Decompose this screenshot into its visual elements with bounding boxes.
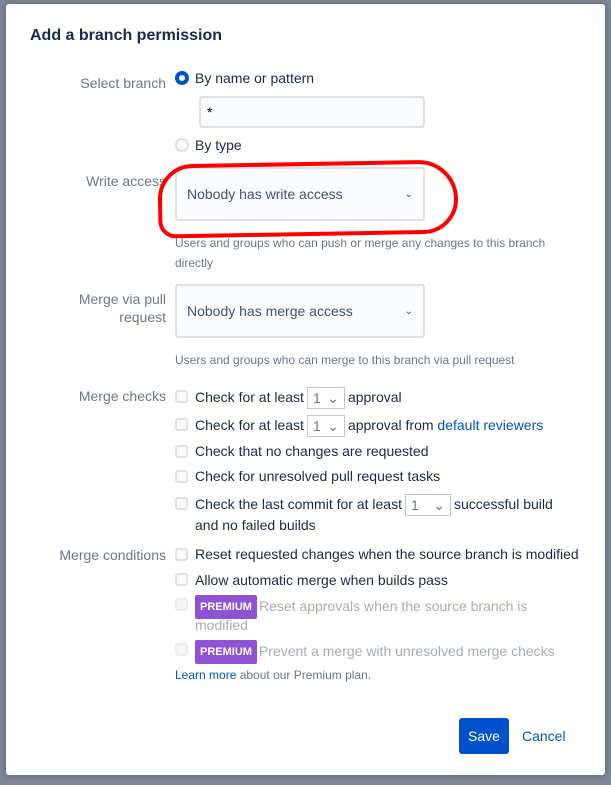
chevron-down-icon: ⌄ (404, 305, 413, 317)
branch-pattern-input[interactable] (199, 96, 425, 128)
learn-more-text: Learn more about our Premium plan. (175, 668, 372, 682)
select-branch-label: Select branch (80, 75, 166, 91)
red-annotation-circle (157, 159, 459, 239)
dialog-title: Add a branch permission (30, 27, 223, 44)
check-approval-label: Check for at least 1 ⌄ approval (195, 387, 402, 410)
learn-more-link[interactable]: Learn more (175, 668, 236, 682)
by-type-label[interactable]: By type (195, 135, 242, 155)
no-changes-requested-checkbox[interactable] (175, 445, 188, 458)
merge-conditions-label: Merge conditions (59, 547, 166, 563)
default-reviewers-link[interactable]: default reviewers (437, 417, 543, 433)
reset-requested-changes-label: Reset requested changes when the source … (195, 546, 579, 562)
chevron-down-icon: ⌄ (327, 390, 339, 407)
prevent-merge-label: PREMIUM Prevent a merge with unresolved m… (195, 640, 555, 664)
save-button[interactable]: Save (459, 718, 509, 754)
merge-pr-select[interactable]: Nobody has merge access ⌄ (175, 284, 425, 338)
radio-by-name[interactable] (175, 71, 189, 85)
no-changes-requested-label: Check that no changes are requested (195, 443, 429, 459)
auto-merge-label: Allow automatic merge when builds pass (195, 572, 448, 588)
successful-build-label: Check the last commit for at least 1 ⌄ succ… (195, 494, 553, 517)
merge-checks-label: Merge checks (78, 388, 166, 404)
write-access-label: Write access (86, 173, 166, 189)
merge-pr-label: Merge via pull request (78, 291, 166, 325)
unresolved-tasks-checkbox[interactable] (175, 470, 188, 483)
approval-count-select[interactable]: 1 ⌄ (306, 387, 345, 410)
chevron-down-icon: ⌄ (433, 497, 445, 514)
check-default-reviewers-label: Check for at least 1 ⌄ approval from defaul… (195, 415, 543, 438)
merge-pr-value: Nobody has merge access (187, 303, 353, 319)
reset-approvals-label-line2: modified (195, 617, 248, 633)
successful-build-checkbox[interactable] (175, 497, 188, 510)
unresolved-tasks-label: Check for unresolved pull request tasks (195, 468, 441, 484)
prevent-merge-checkbox (175, 643, 188, 656)
by-name-label[interactable]: By name or pattern (195, 68, 314, 88)
successful-build-label-line2: and no failed builds (195, 517, 316, 533)
reset-approvals-checkbox (175, 598, 188, 611)
chevron-down-icon: ⌄ (327, 418, 339, 435)
auto-merge-checkbox[interactable] (175, 573, 188, 586)
check-approval-checkbox[interactable] (175, 390, 188, 403)
reset-requested-changes-checkbox[interactable] (175, 548, 188, 561)
branch-permission-dialog: Add a branch permission Select branch By… (6, 4, 605, 775)
premium-badge: PREMIUM (195, 640, 257, 664)
radio-by-type[interactable] (175, 138, 189, 152)
reviewer-approval-count-select[interactable]: 1 ⌄ (306, 415, 345, 438)
check-default-reviewers-checkbox[interactable] (175, 418, 188, 431)
build-count-select[interactable]: 1 ⌄ (404, 494, 451, 517)
write-access-help: Users and groups who can push or merge a… (175, 236, 546, 270)
cancel-button[interactable]: Cancel (522, 718, 566, 754)
merge-pr-help: Users and groups who can merge to this b… (175, 353, 515, 367)
